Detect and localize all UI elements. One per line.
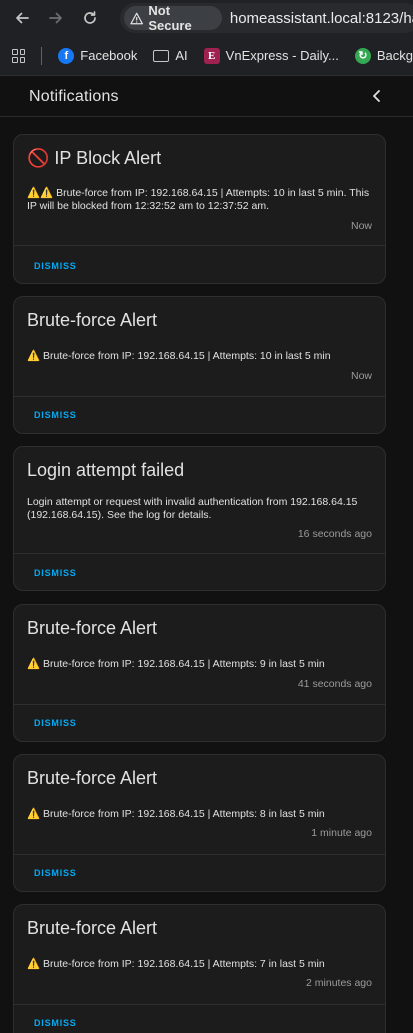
- notification-title: Brute-force Alert: [27, 768, 158, 788]
- browser-toolbar: Not Secure homeassistant.local:8123/ha: [0, 0, 413, 36]
- chevron-left-icon[interactable]: [367, 86, 387, 107]
- bookmark-vnexpress[interactable]: E VnExpress - Daily...: [203, 47, 339, 64]
- card-divider: [14, 553, 385, 554]
- notification-time: Now: [350, 220, 372, 232]
- reload-icon[interactable]: [78, 6, 102, 30]
- notification-message: ⚠️ Brute-force from IP: 192.168.64.15 | …: [27, 808, 325, 820]
- notification-card: Brute-force Alert ⚠️ Brute-force from IP…: [13, 904, 386, 1033]
- bookmark-label: VnExpress - Daily...: [225, 48, 339, 63]
- notification-time: 41 seconds ago: [297, 678, 372, 690]
- bookmarks-bar: f Facebook AI E VnExpress - Daily... ↻ B…: [0, 36, 413, 76]
- notification-message: Login attempt or request with invalid au…: [27, 496, 358, 521]
- notification-message: ⚠️ Brute-force from IP: 192.168.64.15 | …: [27, 658, 325, 670]
- bookmark-label: AI: [175, 48, 188, 63]
- url-text: homeassistant.local:8123/ha: [229, 9, 413, 27]
- security-label: Not Secure: [148, 3, 192, 33]
- card-divider: [14, 854, 385, 855]
- card-divider: [14, 1004, 385, 1005]
- address-bar[interactable]: Not Secure homeassistant.local:8123/ha: [120, 3, 413, 33]
- notification-time: Now: [350, 370, 372, 382]
- notification-message: ⚠️ Brute-force from IP: 192.168.64.15 | …: [27, 958, 325, 970]
- security-chip[interactable]: Not Secure: [124, 3, 222, 33]
- facebook-icon: f: [58, 47, 75, 64]
- dismiss-button[interactable]: DISMISS: [34, 718, 77, 728]
- notification-card: 🚫 IP Block Alert ⚠️⚠️ Brute-force from I…: [13, 134, 386, 284]
- bookmark-background[interactable]: ↻ Backg: [354, 47, 413, 64]
- notification-card: Brute-force Alert ⚠️ Brute-force from IP…: [13, 296, 386, 434]
- bookmark-label: Backg: [376, 48, 413, 63]
- forward-icon[interactable]: [44, 6, 68, 30]
- back-icon[interactable]: [10, 6, 34, 30]
- notifications-panel: Notifications 🚫 IP Block Alert ⚠️⚠️ Brut…: [0, 77, 413, 1033]
- notification-time: 2 minutes ago: [306, 977, 372, 989]
- notification-title: Brute-force Alert: [27, 918, 158, 938]
- warning-triangle-icon: [130, 12, 144, 24]
- notification-message: ⚠️⚠️ Brute-force from IP: 192.168.64.15 …: [27, 187, 370, 212]
- notification-title: Brute-force Alert: [27, 310, 158, 330]
- card-divider: [14, 396, 385, 397]
- notification-title: Login attempt failed: [27, 460, 185, 480]
- dismiss-button[interactable]: DISMISS: [34, 261, 77, 271]
- folder-icon: [153, 49, 170, 62]
- vnexpress-icon: E: [203, 47, 220, 64]
- card-divider: [14, 245, 385, 246]
- bookmark-label: Facebook: [80, 48, 138, 63]
- panel-header: Notifications: [0, 77, 413, 117]
- notification-card: Brute-force Alert ⚠️ Brute-force from IP…: [13, 754, 386, 892]
- card-divider: [14, 704, 385, 705]
- dismiss-button[interactable]: DISMISS: [34, 868, 77, 878]
- dismiss-button[interactable]: DISMISS: [34, 1018, 77, 1028]
- bookmarks-divider: [41, 46, 43, 65]
- notification-card: Brute-force Alert ⚠️ Brute-force from IP…: [13, 604, 386, 742]
- dismiss-button[interactable]: DISMISS: [34, 568, 77, 578]
- notification-card: Login attempt failed Login attempt or re…: [13, 446, 386, 591]
- notification-time: 1 minute ago: [311, 827, 372, 839]
- background-icon: ↻: [354, 47, 371, 64]
- notification-time: 16 seconds ago: [297, 528, 372, 540]
- bookmark-folder-ai[interactable]: AI: [153, 48, 188, 63]
- panel-title: Notifications: [29, 87, 119, 105]
- notification-title: Brute-force Alert: [27, 618, 158, 638]
- bookmark-facebook[interactable]: f Facebook: [58, 47, 138, 64]
- notification-title: 🚫 IP Block Alert: [27, 148, 162, 168]
- notification-message: ⚠️ Brute-force from IP: 192.168.64.15 | …: [27, 350, 331, 362]
- dismiss-button[interactable]: DISMISS: [34, 410, 77, 420]
- apps-grid-icon[interactable]: [12, 48, 26, 63]
